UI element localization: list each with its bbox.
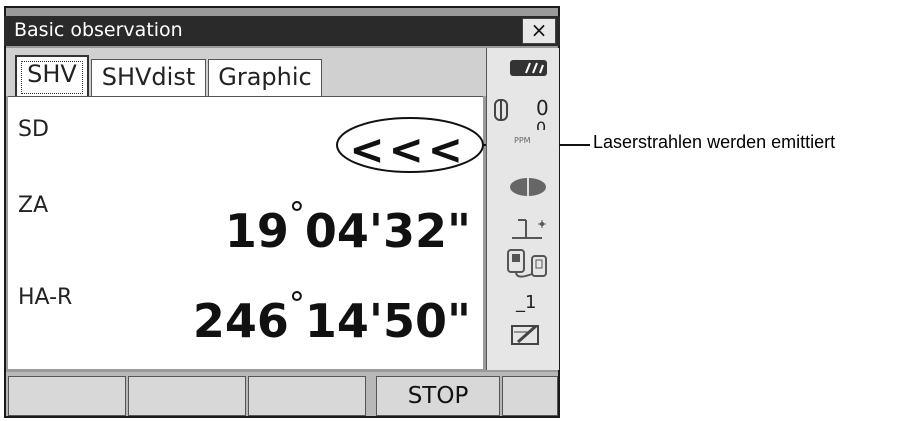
tilt-icon [512,219,546,239]
callout-ellipse [336,117,484,173]
prism-icon [494,99,508,121]
communication-icon [507,249,547,278]
softkey-2[interactable] [128,376,246,416]
ppm-value: 0 [536,118,547,130]
callout-overlay [336,117,590,173]
target-icon [510,178,546,196]
softkey-5[interactable] [502,376,558,416]
battery-icon [510,60,547,76]
stop-button[interactable]: STOP [376,376,500,416]
callout-label: Laserstrahlen werden emittiert [593,132,836,152]
ppm-label: PPM [514,136,531,145]
softkey-3[interactable] [248,376,366,416]
prism-constant: 0 [536,96,549,120]
softkey-1[interactable] [8,376,126,416]
edit-icon [511,324,539,345]
input-mode: _1 [516,292,537,313]
